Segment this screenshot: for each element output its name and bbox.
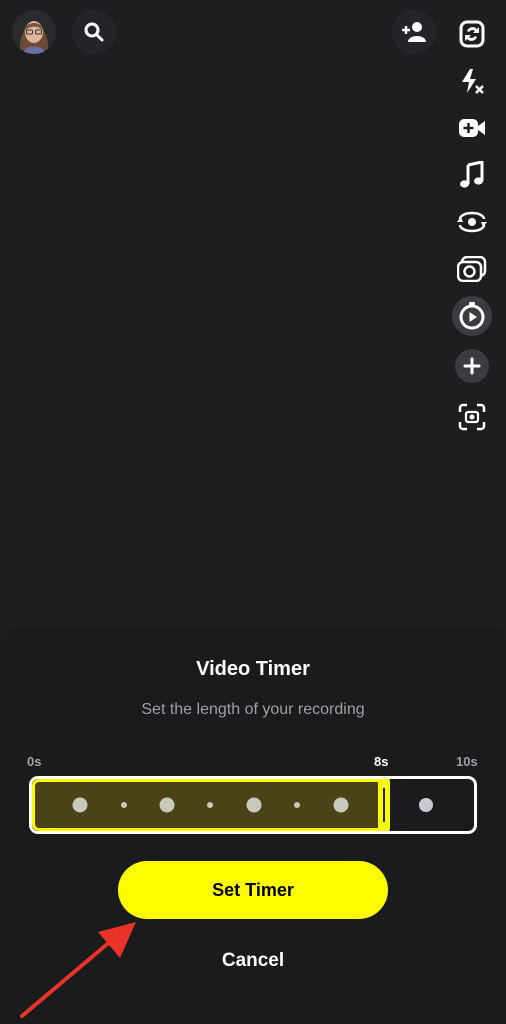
search-icon bbox=[84, 22, 104, 42]
plus-icon bbox=[463, 357, 481, 375]
tick-min: 0s bbox=[27, 754, 42, 769]
sheet-subtitle: Set the length of your recording bbox=[141, 701, 365, 718]
second-marker bbox=[72, 797, 88, 813]
set-timer-button[interactable]: Set Timer bbox=[118, 861, 388, 919]
timer-icon bbox=[459, 302, 485, 330]
more-tools-button[interactable] bbox=[455, 349, 489, 383]
add-friend-icon bbox=[402, 22, 426, 42]
half-second-marker bbox=[207, 802, 213, 808]
half-second-marker bbox=[121, 802, 127, 808]
multi-snap-icon bbox=[457, 256, 487, 282]
flip-camera-icon bbox=[459, 20, 485, 48]
half-second-marker bbox=[294, 802, 300, 808]
timer-button[interactable] bbox=[452, 296, 492, 336]
flash-button[interactable] bbox=[452, 61, 492, 101]
timer-slider[interactable] bbox=[29, 776, 477, 834]
tick-max: 10s bbox=[456, 754, 478, 769]
flip-camera-button[interactable] bbox=[452, 14, 492, 54]
bitmoji-avatar-icon bbox=[12, 10, 56, 54]
slider-handle[interactable] bbox=[378, 779, 390, 831]
top-left-controls bbox=[12, 10, 116, 54]
scan-icon bbox=[458, 403, 486, 431]
music-button[interactable] bbox=[452, 155, 492, 195]
video-chat-icon bbox=[459, 119, 485, 137]
second-marker bbox=[159, 797, 175, 813]
cancel-button[interactable]: Cancel bbox=[0, 950, 506, 972]
unselected-marker bbox=[419, 798, 433, 812]
search-button[interactable] bbox=[72, 10, 116, 54]
sheet-title: Video Timer bbox=[196, 658, 310, 680]
dual-camera-icon bbox=[457, 211, 487, 233]
dual-camera-button[interactable] bbox=[452, 202, 492, 242]
multi-snap-button[interactable] bbox=[452, 249, 492, 289]
handle-grip bbox=[383, 788, 385, 822]
tick-selected: 8s bbox=[374, 754, 389, 769]
camera-tools-rail bbox=[452, 14, 492, 444]
music-icon bbox=[460, 161, 484, 188]
video-chat-button[interactable] bbox=[452, 108, 492, 148]
video-timer-sheet: Video Timer Set the length of your recor… bbox=[0, 628, 506, 1024]
second-marker bbox=[246, 797, 262, 813]
scan-button[interactable] bbox=[452, 397, 492, 437]
second-marker bbox=[333, 797, 349, 813]
avatar[interactable] bbox=[12, 10, 56, 54]
add-friend-button[interactable] bbox=[392, 10, 436, 54]
flash-off-icon bbox=[462, 69, 484, 94]
